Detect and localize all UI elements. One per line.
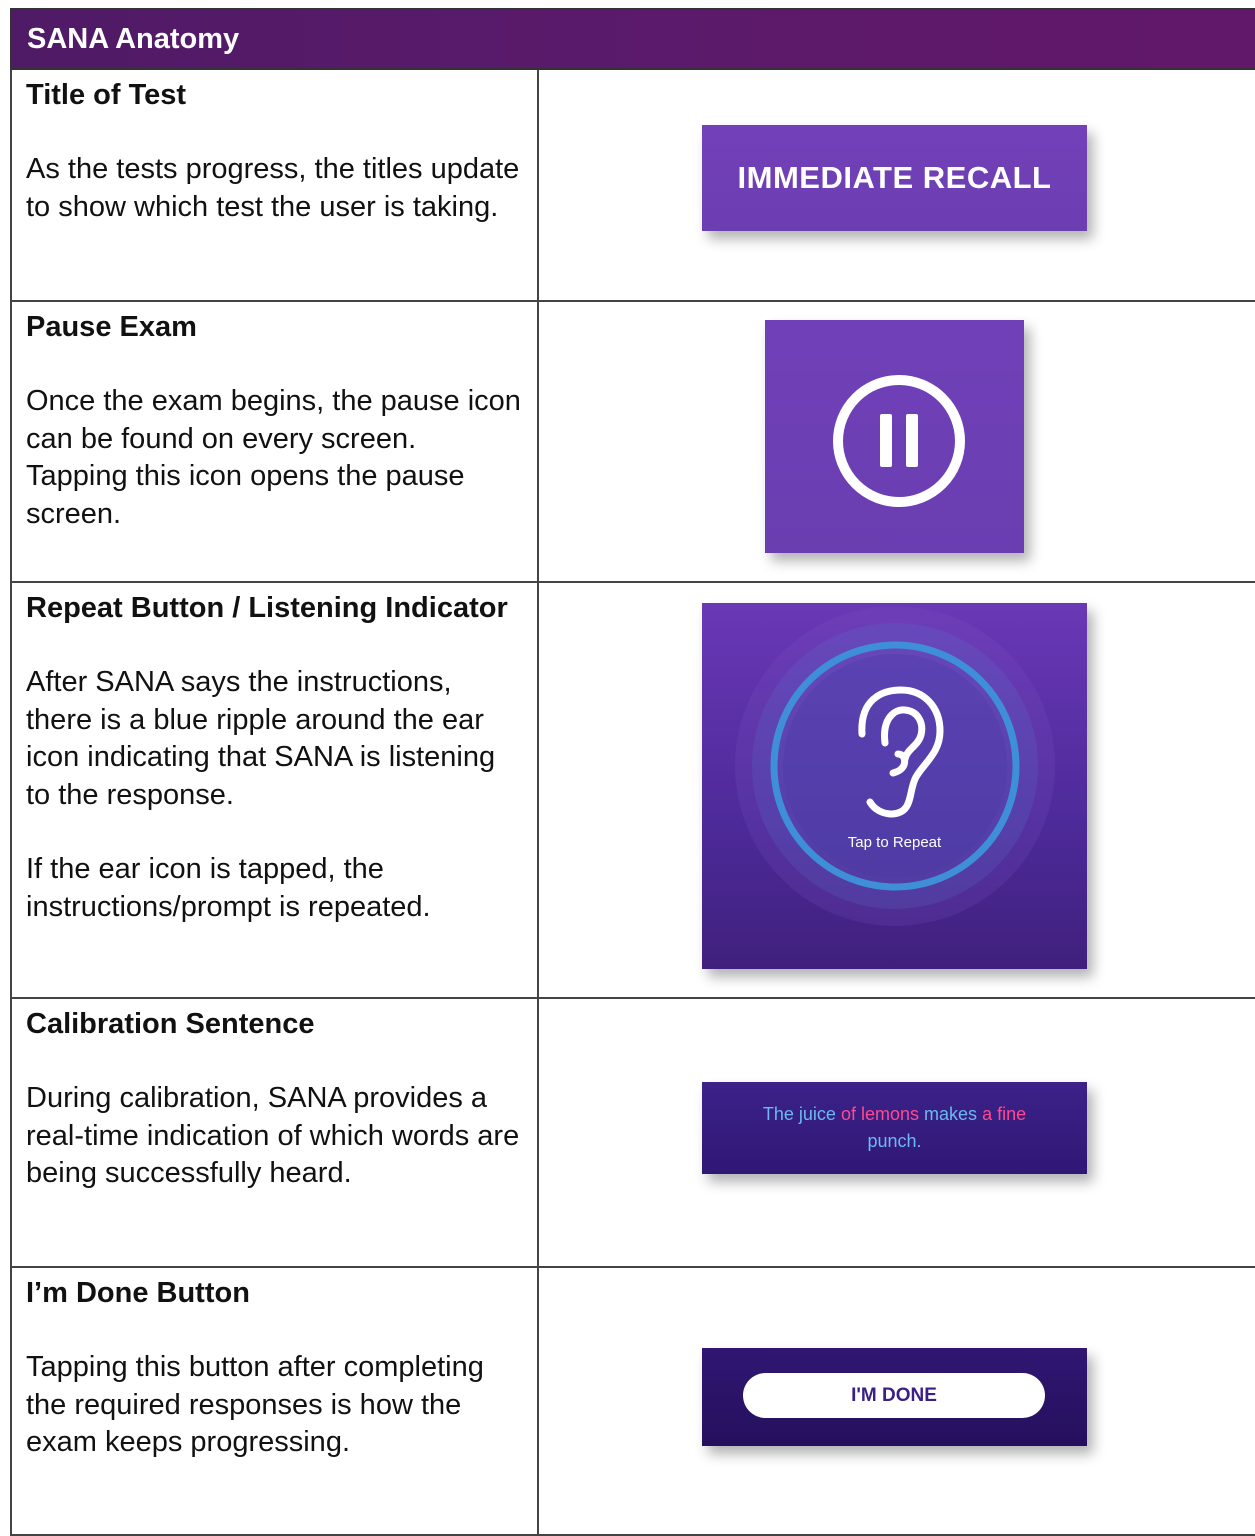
row-description: Tapping this button after completing the… xyxy=(26,1351,484,1458)
row-description: During calibration, SANA provides a real… xyxy=(26,1082,520,1189)
row-title: Title of Test xyxy=(26,79,187,111)
done-screenshot: I'M DONE xyxy=(702,1348,1087,1446)
row-image-cell: The juice of lemons makes a fine punch. xyxy=(537,997,1255,1268)
calibration-word: makes xyxy=(924,1104,978,1124)
calibration-word: fine xyxy=(997,1104,1027,1124)
row-image-cell: I'M DONE xyxy=(537,1266,1255,1536)
row-image-cell: Tap to Repeat xyxy=(537,581,1255,999)
calibration-word: punch. xyxy=(867,1131,922,1151)
listening-ripple xyxy=(735,606,1055,926)
row-description: After SANA says the instructions, there … xyxy=(26,666,496,811)
row-description: If the ear icon is tapped, the instructi… xyxy=(26,853,431,923)
row-description: As the tests progress, the titles update… xyxy=(26,153,520,223)
table-header: SANA Anatomy xyxy=(10,8,1255,70)
im-done-button[interactable]: I'M DONE xyxy=(743,1373,1045,1418)
row-title: Pause Exam xyxy=(26,311,197,343)
calibration-word: juice xyxy=(798,1104,836,1124)
row-title: I’m Done Button xyxy=(26,1277,250,1309)
row-title: Repeat Button / Listening Indicator xyxy=(26,592,508,624)
calibration-word: The xyxy=(762,1104,794,1124)
row-text-cell: Calibration Sentence During calibration,… xyxy=(10,997,539,1268)
table-row: Calibration Sentence During calibration,… xyxy=(10,997,1255,1268)
tap-to-repeat-label[interactable]: Tap to Repeat xyxy=(702,834,1087,851)
table-header-row: SANA Anatomy xyxy=(10,8,1255,70)
pause-screenshot xyxy=(765,320,1024,553)
table-row: Repeat Button / Listening Indicator Afte… xyxy=(10,581,1255,999)
row-text-cell: Pause Exam Once the exam begins, the pau… xyxy=(10,300,539,583)
calibration-text: The juice of lemons makes a fine punch. xyxy=(763,1101,1026,1155)
calibration-word: of xyxy=(840,1104,856,1124)
test-title-banner: IMMEDIATE RECALL xyxy=(702,125,1087,231)
calibration-sentence: The juice of lemons makes a fine punch. xyxy=(702,1082,1087,1174)
row-text-cell: Title of Test As the tests progress, the… xyxy=(10,68,539,302)
table-row: Title of Test As the tests progress, the… xyxy=(10,68,1255,302)
table-row: Pause Exam Once the exam begins, the pau… xyxy=(10,300,1255,583)
calibration-word: lemons xyxy=(860,1104,920,1124)
listening-screenshot: Tap to Repeat xyxy=(702,603,1087,969)
row-image-cell xyxy=(537,300,1255,583)
row-text-cell: Repeat Button / Listening Indicator Afte… xyxy=(10,581,539,999)
row-title: Calibration Sentence xyxy=(26,1008,315,1040)
row-description: Once the exam begins, the pause icon can… xyxy=(26,385,521,530)
table-row: I’m Done Button Tapping this button afte… xyxy=(10,1266,1255,1536)
pause-icon[interactable] xyxy=(765,320,1024,553)
anatomy-table: SANA Anatomy Title of Test As the tests … xyxy=(10,8,1255,1536)
calibration-word: a xyxy=(982,1104,993,1124)
row-text-cell: I’m Done Button Tapping this button afte… xyxy=(10,1266,539,1536)
row-image-cell: IMMEDIATE RECALL xyxy=(537,68,1255,302)
